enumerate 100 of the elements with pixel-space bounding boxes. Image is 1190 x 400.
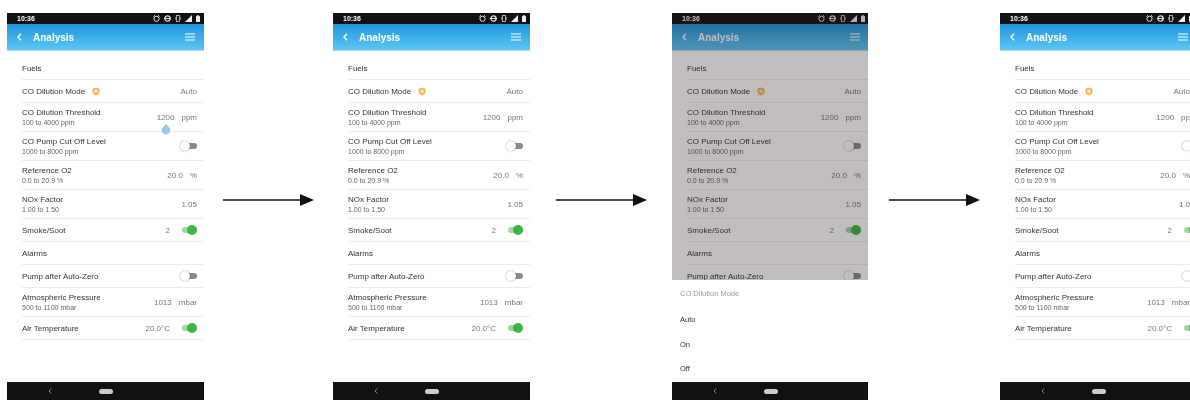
home-button[interactable] — [425, 388, 439, 394]
setting-value: Auto — [180, 86, 197, 96]
section-title: Alarms — [22, 248, 47, 258]
setting-value: Auto — [844, 86, 861, 96]
setting-label: CO Pump Cut Off Level — [348, 137, 432, 146]
menu-icon[interactable] — [185, 33, 195, 41]
toggle-switch[interactable] — [180, 271, 197, 281]
setting-label: NOx Factor — [348, 195, 389, 204]
battery-icon — [522, 15, 526, 22]
setting-value: 1200 — [1156, 112, 1175, 122]
screen-title: Analysis — [359, 31, 402, 43]
setting-label: CO Pump Cut Off Level — [22, 137, 106, 146]
setting-label: CO Dilution Threshold — [1015, 108, 1094, 117]
cursor-handle[interactable] — [160, 123, 171, 135]
setting-value: 1200 — [482, 112, 501, 122]
vibrate-icon — [175, 15, 181, 22]
setting-label: CO Pump Cut Off Level — [687, 137, 771, 146]
signal-icon — [185, 15, 192, 22]
screen-title: Analysis — [33, 31, 76, 43]
unit-label: pp — [1181, 112, 1190, 122]
battery-icon — [861, 15, 865, 22]
setting-label: Reference O2 — [1015, 166, 1065, 175]
setting-value: 1.05 — [845, 199, 861, 209]
unit-label: % — [189, 170, 197, 180]
setting-label: Pump after Auto-Zero — [687, 271, 764, 281]
home-button[interactable] — [99, 388, 113, 394]
data-saver-icon — [829, 15, 836, 22]
setting-label: CO Dilution Mode — [22, 86, 86, 96]
toggle-switch[interactable] — [506, 225, 523, 235]
setting-label: CO Dilution Threshold — [348, 108, 427, 117]
screen-title: Analysis — [1026, 31, 1069, 43]
setting-value: 1013 — [479, 297, 498, 307]
setting-value: 1013 — [1146, 297, 1165, 307]
setting-label: NOx Factor — [687, 195, 728, 204]
signal-icon — [850, 15, 857, 22]
setting-value: Auto — [506, 86, 523, 96]
back-icon[interactable] — [713, 388, 717, 394]
section-title: Fuels — [1015, 63, 1035, 73]
setting-value: 20.0 — [831, 170, 847, 180]
unit-label: mbar — [1171, 297, 1190, 307]
section-title: Fuels — [687, 63, 707, 73]
toggle-switch[interactable] — [180, 323, 197, 333]
menu-icon[interactable] — [1178, 33, 1188, 41]
setting-label: CO Dilution Threshold — [687, 108, 766, 117]
toggle-switch[interactable] — [506, 141, 523, 151]
setting-label: NOx Factor — [1015, 195, 1056, 204]
menu-icon[interactable] — [511, 33, 521, 41]
setting-value: 20.0 — [1160, 170, 1176, 180]
setting-label: Smoke/Soot — [348, 225, 392, 235]
setting-value: 2 — [165, 225, 170, 235]
setting-label: Reference O2 — [687, 166, 737, 175]
setting-label: Smoke/Soot — [687, 225, 731, 235]
screen-title: Analysis — [698, 31, 741, 43]
setting-label: Smoke/Soot — [1015, 225, 1059, 235]
setting-value: 20.0 — [493, 170, 509, 180]
toggle-switch[interactable] — [180, 225, 197, 235]
setting-value: 1200 — [156, 112, 175, 122]
setting-value: 2 — [491, 225, 496, 235]
section-title: Alarms — [1015, 248, 1040, 258]
section-title: Alarms — [348, 248, 373, 258]
section-title: Fuels — [348, 63, 368, 73]
setting-value: 20.0°C — [145, 323, 170, 333]
unit-label: % — [853, 170, 861, 180]
setting-label: NOx Factor — [22, 195, 63, 204]
back-icon[interactable] — [374, 388, 378, 394]
unit-label: ppm — [181, 112, 197, 122]
setting-value: 1013 — [153, 297, 172, 307]
alarm-icon — [1146, 15, 1153, 22]
setting-label: CO Pump Cut Off Level — [1015, 137, 1099, 146]
setting-value: 20.0°C — [471, 323, 496, 333]
setting-label: Pump after Auto-Zero — [22, 271, 99, 281]
section-title: Fuels — [22, 63, 42, 73]
unit-label: mbar — [178, 297, 197, 307]
unit-label: % — [515, 170, 523, 180]
setting-value: 1.05 — [507, 199, 523, 209]
setting-value: 1200 — [820, 112, 839, 122]
alarm-icon — [153, 15, 160, 22]
alarm-icon — [818, 15, 825, 22]
setting-label: Reference O2 — [348, 166, 398, 175]
back-icon[interactable] — [48, 388, 52, 394]
setting-label: CO Dilution Threshold — [22, 108, 101, 117]
toggle-switch[interactable] — [180, 141, 197, 151]
setting-value: 20.0°C — [1147, 323, 1172, 333]
data-saver-icon — [490, 15, 497, 22]
home-button[interactable] — [764, 388, 778, 394]
setting-value: 2 — [829, 225, 834, 235]
back-icon[interactable] — [1041, 388, 1045, 394]
home-button[interactable] — [1092, 388, 1106, 394]
toggle-switch[interactable] — [844, 225, 861, 235]
data-saver-icon — [164, 15, 171, 22]
toggle-switch[interactable] — [844, 141, 861, 151]
setting-label: Air Temperature — [22, 323, 79, 333]
toggle-switch[interactable] — [506, 271, 523, 281]
setting-label: Atmospheric Pressure — [348, 293, 427, 302]
menu-icon[interactable] — [850, 33, 860, 41]
setting-label: Air Temperature — [1015, 323, 1072, 333]
setting-value: 20.0 — [167, 170, 183, 180]
unit-label: ppm — [845, 112, 861, 122]
toggle-switch[interactable] — [506, 323, 523, 333]
setting-label: CO Dilution Mode — [687, 86, 751, 96]
